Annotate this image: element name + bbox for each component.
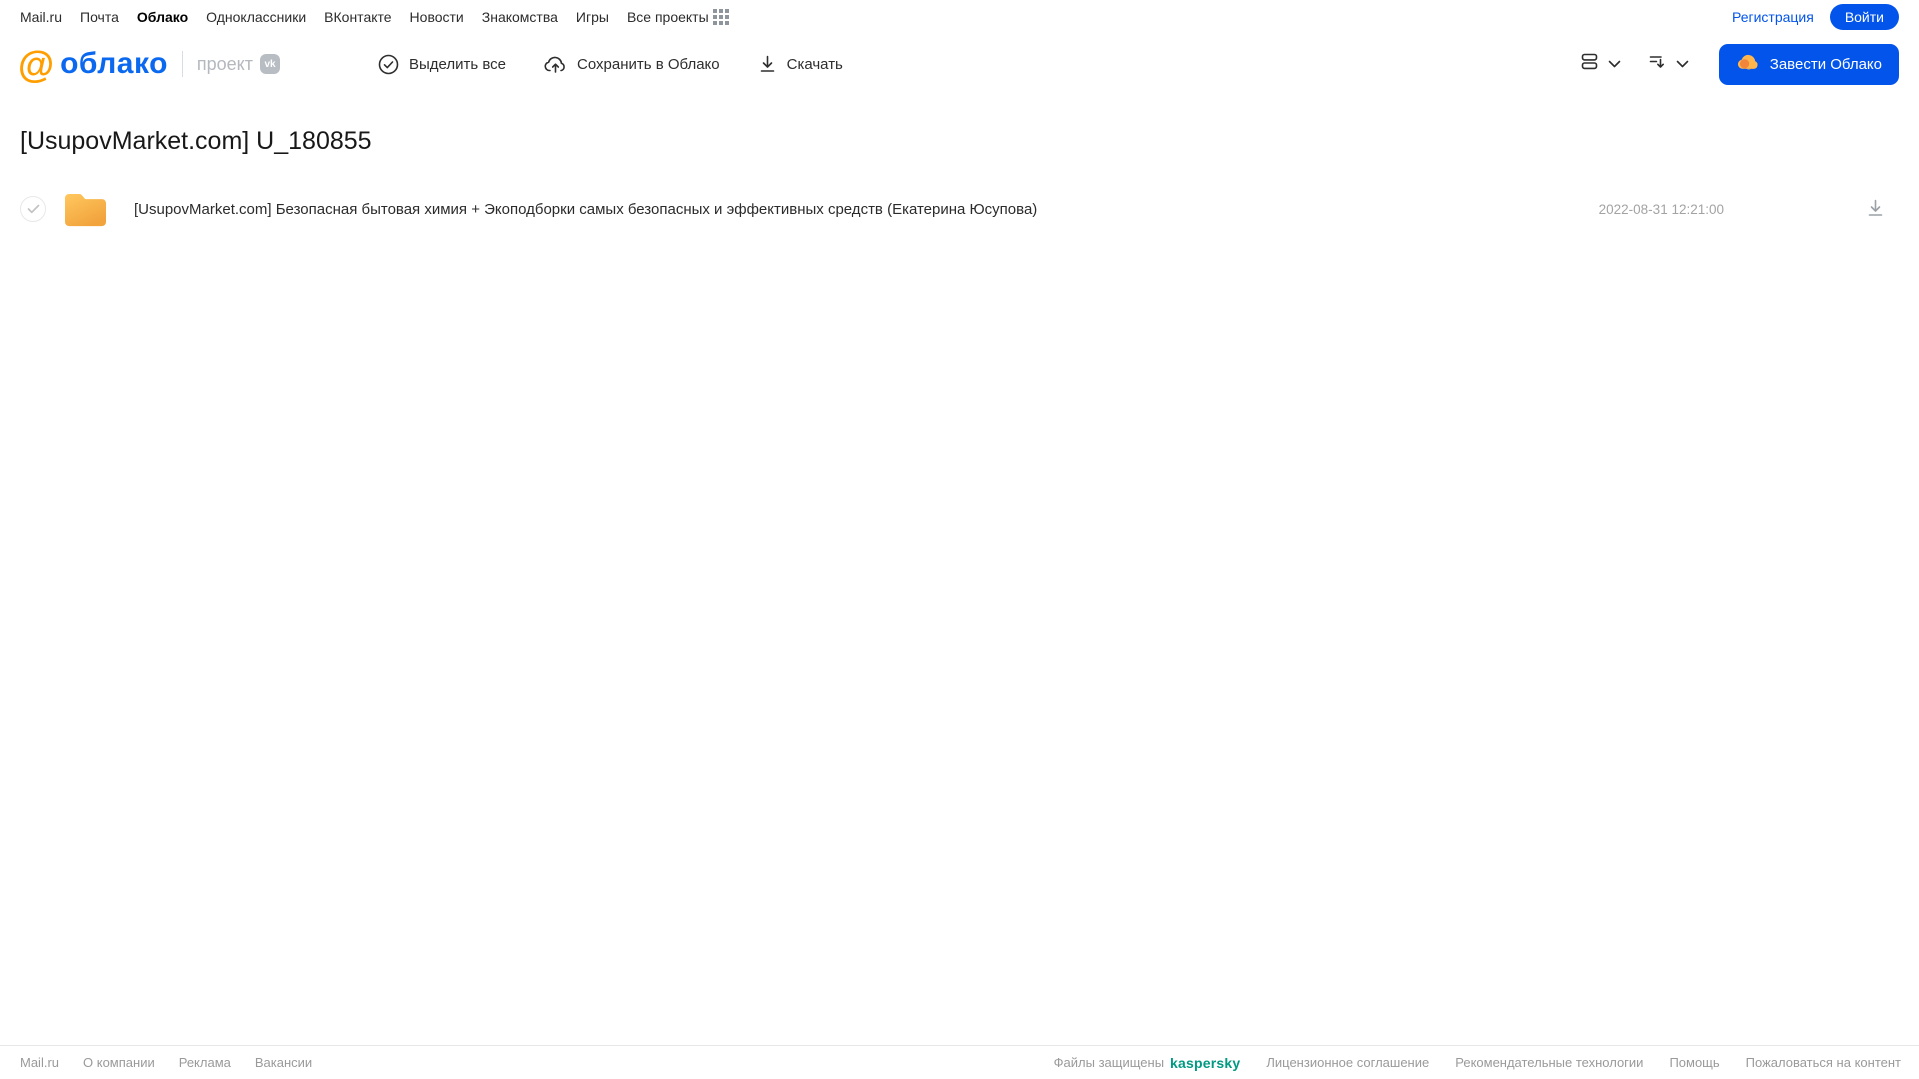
- cloud-toolbar: @ облако проект vk Выделить все Сохранит: [0, 34, 1919, 94]
- nav-item-mailru[interactable]: Mail.ru: [20, 9, 62, 25]
- kaspersky-protection: Файлы защищены kaspersky: [1054, 1055, 1241, 1071]
- footer-link-ads[interactable]: Реклама: [179, 1055, 231, 1070]
- folder-icon: [63, 191, 108, 228]
- register-link[interactable]: Регистрация: [1732, 9, 1814, 25]
- download-label: Скачать: [786, 55, 843, 73]
- footer-link-about[interactable]: О компании: [83, 1055, 155, 1070]
- projects-grid-icon[interactable]: [712, 9, 729, 25]
- view-mode-dropdown[interactable]: [1579, 51, 1621, 77]
- auth-area: Регистрация Войти: [1732, 4, 1899, 30]
- footer-link-license[interactable]: Лицензионное соглашение: [1266, 1055, 1429, 1070]
- nav-item-vkontakte[interactable]: ВКонтакте: [324, 9, 391, 25]
- login-button[interactable]: Войти: [1829, 4, 1899, 30]
- footer-link-mailru[interactable]: Mail.ru: [20, 1055, 59, 1070]
- view-controls: Завести Облако: [1579, 43, 1899, 85]
- save-to-cloud-label: Сохранить в Облако: [577, 55, 720, 73]
- protected-text: Файлы защищены: [1053, 1055, 1165, 1070]
- vk-project-tag: проект vk: [181, 51, 280, 77]
- nav-item-games[interactable]: Игры: [576, 9, 609, 25]
- cloud-upload-icon: [544, 54, 567, 75]
- portal-nav-links: Mail.ru Почта Облако Одноклассники ВКонт…: [20, 9, 709, 25]
- project-label: проект: [196, 53, 253, 74]
- create-cloud-button[interactable]: Завести Облако: [1718, 43, 1899, 85]
- toolbar-actions: Выделить все Сохранить в Облако Скачать: [378, 54, 843, 75]
- page-title: [UsupovMarket.com] U_180855: [20, 127, 372, 155]
- cloud-logo-text: облако: [60, 47, 168, 80]
- download-button[interactable]: Скачать: [758, 54, 843, 74]
- footer-link-help[interactable]: Помощь: [1669, 1055, 1719, 1070]
- nav-item-mail[interactable]: Почта: [80, 9, 119, 25]
- vk-badge-icon: vk: [260, 54, 280, 74]
- nav-item-news[interactable]: Новости: [410, 9, 464, 25]
- select-all-label: Выделить все: [409, 55, 507, 73]
- nav-item-dating[interactable]: Знакомства: [482, 9, 558, 25]
- download-icon: [1866, 198, 1885, 221]
- sort-icon: [1647, 51, 1668, 77]
- kaspersky-logo[interactable]: kaspersky: [1170, 1055, 1240, 1071]
- file-name[interactable]: [UsupovMarket.com] Безопасная бытовая хи…: [134, 201, 1037, 218]
- create-cloud-label: Завести Облако: [1769, 55, 1882, 73]
- footer-left-links: Mail.ru О компании Реклама Вакансии: [20, 1055, 312, 1070]
- nav-item-cloud[interactable]: Облако: [137, 9, 188, 25]
- cloud-icon: [1736, 52, 1760, 76]
- sort-dropdown[interactable]: [1647, 51, 1689, 77]
- mailru-at-icon: @: [18, 43, 55, 85]
- footer-link-report-content[interactable]: Пожаловаться на контент: [1746, 1055, 1901, 1070]
- portal-nav: Mail.ru Почта Облако Одноклассники ВКонт…: [0, 0, 1919, 34]
- check-circle-icon: [378, 54, 399, 75]
- chevron-down-icon: [1676, 55, 1689, 73]
- footer-link-recommendation-tech[interactable]: Рекомендательные технологии: [1455, 1055, 1643, 1070]
- file-row[interactable]: [UsupovMarket.com] Безопасная бытовая хи…: [20, 186, 1899, 232]
- nav-item-all-projects[interactable]: Все проекты: [627, 9, 709, 25]
- download-icon: [758, 54, 777, 74]
- file-download-button[interactable]: [1866, 198, 1885, 221]
- content-area: [UsupovMarket.com] U_180855 [UsupovMarke…: [0, 127, 1919, 232]
- cloud-logo[interactable]: @ облако: [18, 46, 168, 83]
- footer-right-links: Файлы защищены kaspersky Лицензионное со…: [1054, 1055, 1901, 1071]
- file-checkbox[interactable]: [20, 196, 46, 222]
- chevron-down-icon: [1608, 55, 1621, 73]
- view-mode-icon: [1579, 51, 1600, 77]
- footer: Mail.ru О компании Реклама Вакансии Файл…: [0, 1045, 1919, 1079]
- save-to-cloud-button[interactable]: Сохранить в Облако: [544, 54, 720, 75]
- file-date: 2022-08-31 12:21:00: [1598, 201, 1724, 217]
- nav-item-odnoklassniki[interactable]: Одноклассники: [206, 9, 306, 25]
- select-all-button[interactable]: Выделить все: [378, 54, 506, 75]
- footer-link-jobs[interactable]: Вакансии: [255, 1055, 312, 1070]
